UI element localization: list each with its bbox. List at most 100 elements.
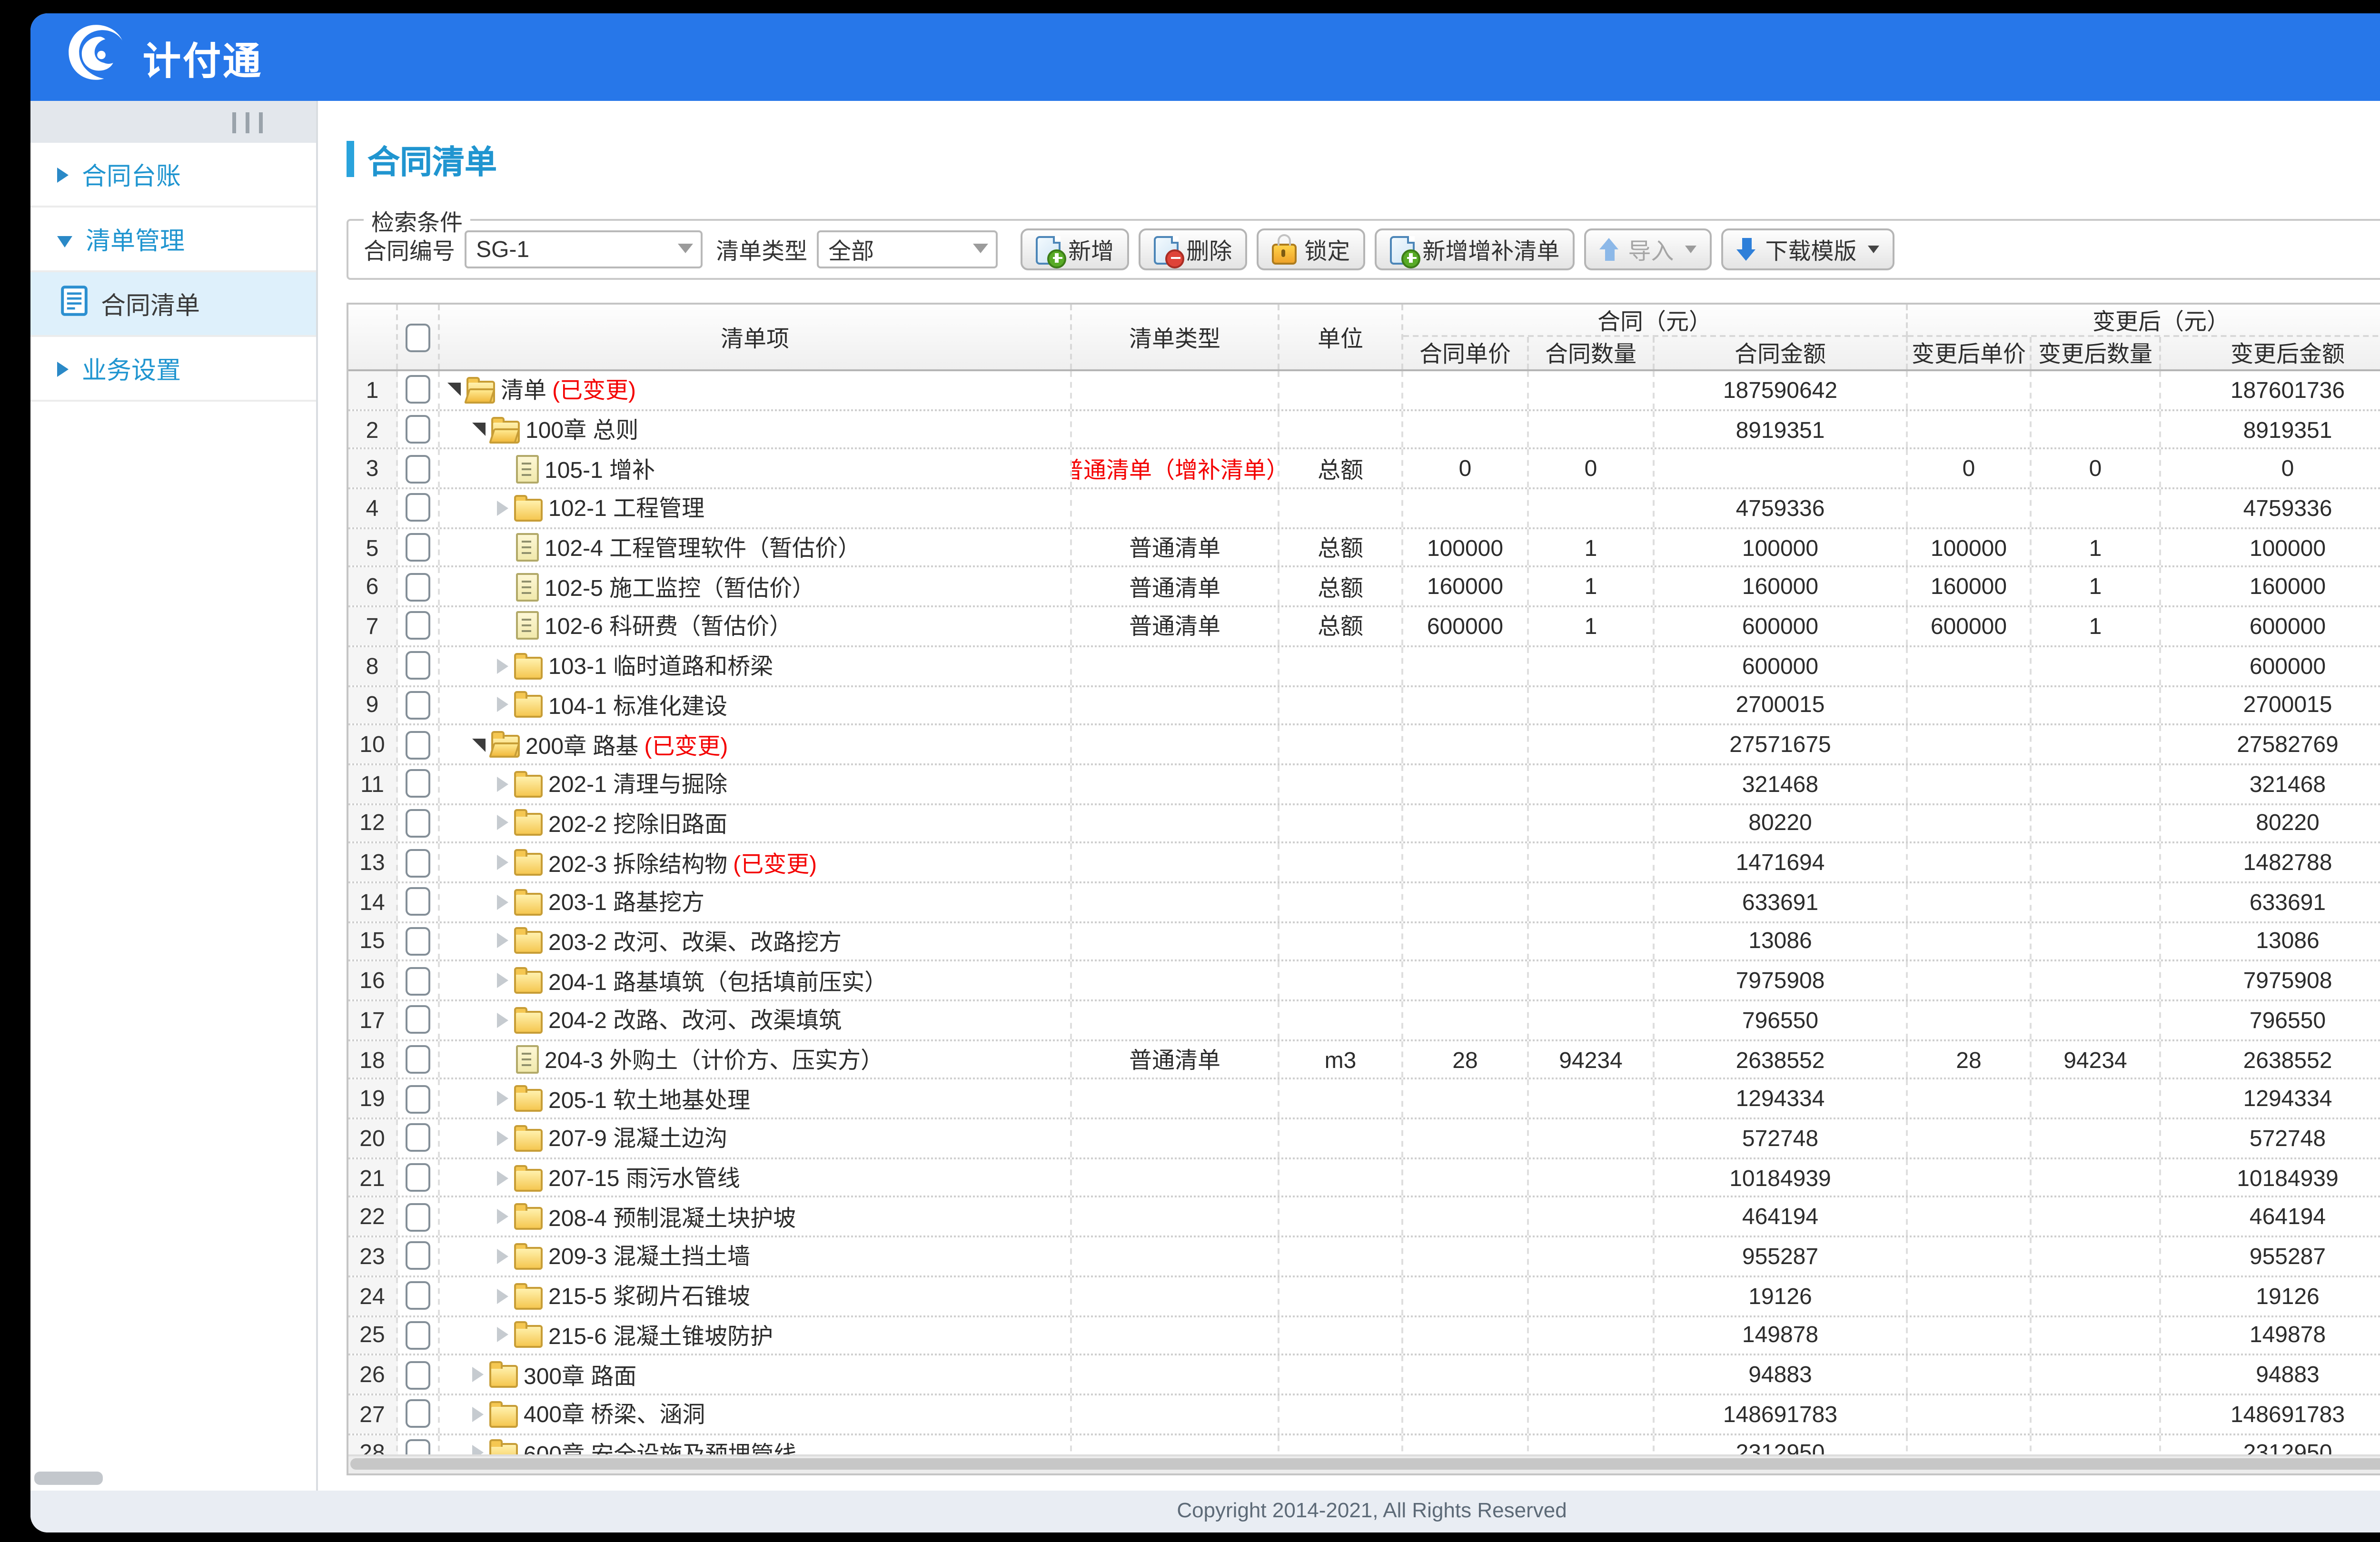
list-type-cell <box>1072 489 1279 527</box>
item-name: 300章 路面 <box>524 1358 636 1391</box>
row-checkbox[interactable] <box>406 848 430 877</box>
sidebar-item-list-management[interactable]: 清单管理 <box>30 208 316 272</box>
tree-expand-icon[interactable] <box>497 973 508 988</box>
table-horizontal-scrollbar[interactable] <box>348 1454 2380 1473</box>
contract-qty-cell <box>1529 686 1655 724</box>
select-all-checkbox[interactable] <box>406 323 430 351</box>
item-tree-cell: 204-3 外购土（计价方、压实方） <box>440 1041 1072 1078</box>
row-checkbox[interactable] <box>406 1163 430 1192</box>
row-checkbox[interactable] <box>406 1085 430 1113</box>
tree-collapse-icon[interactable] <box>472 423 486 436</box>
tree-expand-icon[interactable] <box>472 1367 484 1382</box>
row-checkbox[interactable] <box>406 888 430 916</box>
tree-expand-icon[interactable] <box>497 697 508 712</box>
row-checkbox[interactable] <box>406 494 430 523</box>
list-type-value: 全部 <box>828 233 874 266</box>
item-name: 400章 桥梁、涵洞 <box>524 1398 705 1430</box>
row-number: 18 <box>348 1041 398 1078</box>
row-checkbox[interactable] <box>406 1282 430 1310</box>
row-checkbox[interactable] <box>406 415 430 444</box>
row-checkbox[interactable] <box>406 730 430 759</box>
tree-expand-icon[interactable] <box>472 1406 484 1422</box>
sidebar-collapse-handle[interactable] <box>30 101 316 143</box>
row-checkbox[interactable] <box>406 1006 430 1034</box>
add-supplement-button[interactable]: 新增增补清单 <box>1375 228 1575 270</box>
row-checkbox[interactable] <box>406 967 430 995</box>
add-button[interactable]: 新增 <box>1021 228 1129 270</box>
sidebar-item-business-settings[interactable]: 业务设置 <box>30 337 316 402</box>
list-type-select[interactable]: 全部 <box>817 230 998 268</box>
tree-expand-icon[interactable] <box>497 776 508 791</box>
row-checkbox[interactable] <box>406 1045 430 1074</box>
row-checkbox[interactable] <box>406 573 430 601</box>
tree-expand-icon[interactable] <box>497 501 508 516</box>
folder-icon <box>514 499 543 522</box>
tree-expand-icon[interactable] <box>497 1091 508 1107</box>
unit-cell <box>1279 804 1403 842</box>
row-checkbox[interactable] <box>406 612 430 641</box>
changed-amount-cell: 8919351 <box>2161 411 2380 448</box>
row-checkbox[interactable] <box>406 1242 430 1271</box>
row-checkbox[interactable] <box>406 770 430 798</box>
tree-collapse-icon[interactable] <box>472 738 486 751</box>
page-title: 合同清单 <box>347 135 497 183</box>
tree-expand-icon[interactable] <box>497 658 508 673</box>
row-checkbox[interactable] <box>406 1124 430 1153</box>
row-checkbox[interactable] <box>406 1400 430 1428</box>
item-name: 104-1 标准化建设 <box>548 689 727 721</box>
tree-expand-icon[interactable] <box>497 894 508 909</box>
row-checkbox[interactable] <box>406 1203 430 1231</box>
row-checkbox[interactable] <box>406 533 430 562</box>
row-checkbox[interactable] <box>406 809 430 838</box>
scrollbar-thumb[interactable] <box>350 1458 2380 1470</box>
changed-price-cell <box>1908 647 2032 684</box>
unit-cell <box>1279 489 1403 527</box>
row-checkbox[interactable] <box>406 1360 430 1389</box>
list-type-cell <box>1072 1001 1279 1039</box>
list-type-cell <box>1072 962 1279 999</box>
row-checkbox[interactable] <box>406 927 430 956</box>
changed-amount-cell: 955287 <box>2161 1238 2380 1275</box>
download-template-button[interactable]: 下载模版 <box>1721 228 1894 270</box>
contract-no-select[interactable]: SG-1 <box>465 230 703 268</box>
changed-amount-cell: 572748 <box>2161 1119 2380 1157</box>
tree-expand-icon[interactable] <box>497 1012 508 1028</box>
tree-expand-icon[interactable] <box>497 1327 508 1343</box>
checkbox-cell <box>398 647 440 684</box>
lock-button[interactable]: 锁定 <box>1257 228 1365 270</box>
row-checkbox[interactable] <box>406 691 430 719</box>
sidebar-item-contract-ledger[interactable]: 合同台账 <box>30 143 316 208</box>
row-checkbox[interactable] <box>406 1321 430 1349</box>
tree-expand-icon[interactable] <box>497 934 508 949</box>
delete-button[interactable]: 删除 <box>1139 228 1247 270</box>
folder-icon <box>491 735 520 758</box>
sidebar-scrollbar-thumb[interactable] <box>34 1472 103 1485</box>
tree-expand-icon[interactable] <box>497 1170 508 1185</box>
row-checkbox[interactable] <box>406 376 430 404</box>
unit-cell <box>1279 1395 1403 1433</box>
row-number: 12 <box>348 804 398 842</box>
folder-icon <box>514 1168 543 1191</box>
changed-price-cell: 100000 <box>1908 529 2032 566</box>
tree-collapse-icon[interactable] <box>447 383 461 396</box>
document-icon <box>516 1045 539 1074</box>
changed-price-cell <box>1908 726 2032 763</box>
import-button[interactable]: 导入 <box>1584 228 1712 270</box>
tree-expand-icon[interactable] <box>497 1209 508 1225</box>
list-type-cell <box>1072 1238 1279 1275</box>
tree-expand-icon[interactable] <box>497 855 508 870</box>
tree-expand-icon[interactable] <box>497 1249 508 1264</box>
list-type-cell <box>1072 883 1279 921</box>
table-row: 1清单(已变更)187590642187601736未固化 <box>348 371 2380 411</box>
list-type-cell <box>1072 1395 1279 1433</box>
item-tree-cell: 202-3 拆除结构物(已变更) <box>440 844 1072 881</box>
unit-cell <box>1279 726 1403 763</box>
tree-expand-icon[interactable] <box>497 816 508 831</box>
changed-price-cell <box>1908 1277 2032 1315</box>
brand-logo: 计付通 <box>65 21 263 93</box>
tree-expand-icon[interactable] <box>497 1131 508 1146</box>
row-checkbox[interactable] <box>406 455 430 483</box>
tree-expand-icon[interactable] <box>497 1288 508 1304</box>
sidebar-item-contract-list[interactable]: 合同清单 <box>30 272 316 337</box>
row-checkbox[interactable] <box>406 652 430 680</box>
